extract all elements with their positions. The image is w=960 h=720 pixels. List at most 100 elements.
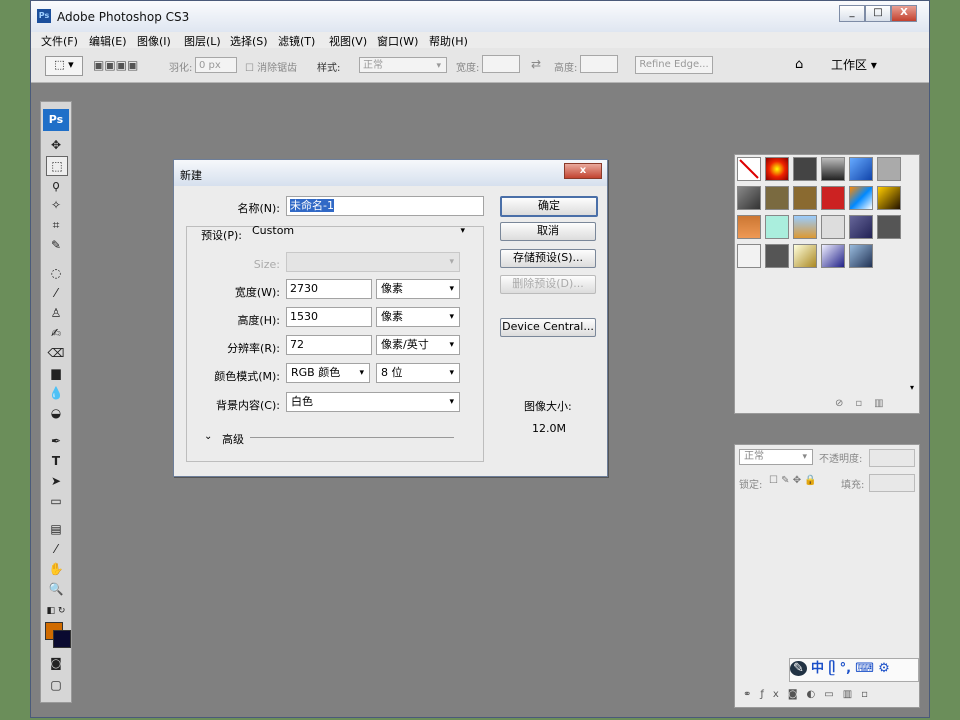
style-swatch[interactable]	[793, 244, 817, 268]
style-swatch[interactable]	[793, 186, 817, 210]
style-swatch[interactable]	[793, 215, 817, 239]
advanced-toggle-icon[interactable]: ⌄	[204, 431, 212, 442]
menu-view[interactable]: 视图(V)	[329, 33, 367, 49]
style-swatch[interactable]	[765, 186, 789, 210]
quick-mask-icon[interactable]: ◙	[46, 654, 66, 672]
ime-keyboard-icon[interactable]: ⌨	[855, 661, 874, 676]
dodge-tool-icon[interactable]: ◒	[46, 404, 66, 422]
opacity-input[interactable]	[869, 449, 915, 467]
blend-mode-select[interactable]: 正常 ▾	[739, 449, 813, 465]
height-input[interactable]	[580, 55, 618, 73]
resolution-field[interactable]: 72	[286, 335, 372, 355]
menu-help[interactable]: 帮助(H)	[429, 33, 468, 49]
notes-tool-icon[interactable]: ▤	[46, 520, 66, 538]
workspace-icon[interactable]: ⌂	[795, 57, 803, 72]
eraser-tool-icon[interactable]: ⌫	[46, 344, 66, 362]
ime-toolbar[interactable]: ✎ 中 ᥫ °, ⌨ ⚙	[789, 658, 919, 682]
lock-icons[interactable]: ☐ ✎ ✥ 🔒	[769, 475, 817, 486]
ime-settings-icon[interactable]: ⚙	[878, 661, 890, 676]
selection-mode-icons[interactable]: ▣▣▣▣	[93, 56, 153, 74]
swap-colors-icon[interactable]: ◧ ↻	[46, 602, 66, 620]
screen-mode-icon[interactable]: ▢	[46, 676, 66, 694]
scroll-down-icon[interactable]: ▾	[910, 383, 914, 392]
zoom-tool-icon[interactable]: 🔍	[46, 580, 66, 598]
blur-tool-icon[interactable]: 💧	[46, 384, 66, 402]
style-swatch[interactable]	[877, 157, 901, 181]
ok-button[interactable]: 确定	[500, 196, 598, 217]
refine-edge-button[interactable]: Refine Edge...	[635, 56, 713, 74]
marquee-preset-picker[interactable]: ⬚ ▾	[45, 56, 83, 76]
preset-select[interactable]: Custom ▾	[248, 222, 470, 242]
style-swatch[interactable]	[821, 215, 845, 239]
antialias-checkbox[interactable]: ☐ 消除锯齿	[245, 59, 297, 74]
pen-tool-icon[interactable]: ✒	[46, 432, 66, 450]
style-swatch[interactable]	[821, 244, 845, 268]
style-swatch[interactable]	[849, 244, 873, 268]
width-unit-select[interactable]: 像素 ▾	[376, 279, 460, 299]
menu-select[interactable]: 选择(S)	[230, 33, 268, 49]
menu-file[interactable]: 文件(F)	[41, 33, 78, 49]
style-swatch[interactable]	[765, 244, 789, 268]
maximize-button[interactable]: □	[865, 5, 891, 22]
history-brush-icon[interactable]: ✍	[46, 324, 66, 342]
move-tool-icon[interactable]: ✥	[46, 136, 66, 154]
slice-tool-icon[interactable]: ✎	[46, 236, 66, 254]
height-field[interactable]: 1530	[286, 307, 372, 327]
width-field[interactable]: 2730	[286, 279, 372, 299]
bit-depth-select[interactable]: 8 位 ▾	[376, 363, 460, 383]
dialog-close-button[interactable]: x	[564, 163, 602, 179]
menu-edit[interactable]: 编辑(E)	[89, 33, 127, 49]
device-central-button[interactable]: Device Central...	[500, 318, 596, 337]
gradient-tool-icon[interactable]: ▆	[46, 364, 66, 382]
minimize-button[interactable]: _	[839, 5, 865, 22]
healing-brush-icon[interactable]: ◌	[46, 264, 66, 282]
style-swatch[interactable]	[821, 157, 845, 181]
color-mode-select[interactable]: RGB 颜色 ▾	[286, 363, 370, 383]
feather-input[interactable]: 0 px	[195, 57, 237, 73]
menu-layer[interactable]: 图层(L)	[184, 33, 221, 49]
layers-footer-icons[interactable]: ⚭ƒx◙◐▭▥▫	[743, 689, 877, 700]
resolution-unit-select[interactable]: 像素/英寸 ▾	[376, 335, 460, 355]
save-preset-button[interactable]: 存储预设(S)...	[500, 249, 596, 268]
style-swatch-none[interactable]	[737, 157, 761, 181]
magic-wand-icon[interactable]: ✧	[46, 196, 66, 214]
width-input[interactable]	[482, 55, 520, 73]
eyedropper-tool-icon[interactable]: ⁄	[46, 540, 66, 558]
lasso-tool-icon[interactable]: ϙ	[46, 176, 66, 194]
crop-tool-icon[interactable]: ⌗	[46, 216, 66, 234]
style-swatch[interactable]	[877, 215, 901, 239]
menu-window[interactable]: 窗口(W)	[377, 33, 418, 49]
style-swatch[interactable]	[737, 186, 761, 210]
style-swatch[interactable]	[821, 186, 845, 210]
shape-tool-icon[interactable]: ▭	[46, 492, 66, 510]
style-swatch[interactable]	[737, 215, 761, 239]
style-swatch[interactable]	[765, 215, 789, 239]
style-swatch[interactable]	[737, 244, 761, 268]
style-swatch[interactable]	[849, 157, 873, 181]
clone-stamp-icon[interactable]: ♙	[46, 304, 66, 322]
styles-panel: ▾ ⊘▫▥	[734, 154, 920, 414]
style-swatch[interactable]	[793, 157, 817, 181]
hand-tool-icon[interactable]: ✋	[46, 560, 66, 578]
style-swatch[interactable]	[877, 186, 901, 210]
marquee-tool-icon[interactable]: ⬚	[46, 156, 68, 176]
path-selection-icon[interactable]: ➤	[46, 472, 66, 490]
style-select[interactable]: 正常 ▾	[359, 57, 447, 73]
menu-filter[interactable]: 滤镜(T)	[278, 33, 315, 49]
background-color-swatch[interactable]	[53, 630, 71, 648]
fill-input[interactable]	[869, 474, 915, 492]
type-tool-icon[interactable]: T	[46, 452, 66, 470]
style-swatch[interactable]	[849, 215, 873, 239]
height-unit-select[interactable]: 像素 ▾	[376, 307, 460, 327]
style-swatch[interactable]	[765, 157, 789, 181]
swap-icon[interactable]: ⇄	[531, 57, 541, 71]
cancel-button[interactable]: 取消	[500, 222, 596, 241]
workspace-button[interactable]: 工作区 ▾	[831, 56, 877, 73]
name-field[interactable]: 未命名-1	[286, 196, 484, 216]
brush-tool-icon[interactable]: ⁄	[46, 284, 66, 302]
close-button[interactable]: X	[891, 5, 917, 22]
style-swatch[interactable]	[849, 186, 873, 210]
styles-footer-icons[interactable]: ⊘▫▥	[835, 398, 896, 409]
background-contents-select[interactable]: 白色 ▾	[286, 392, 460, 412]
menu-image[interactable]: 图像(I)	[137, 33, 171, 49]
